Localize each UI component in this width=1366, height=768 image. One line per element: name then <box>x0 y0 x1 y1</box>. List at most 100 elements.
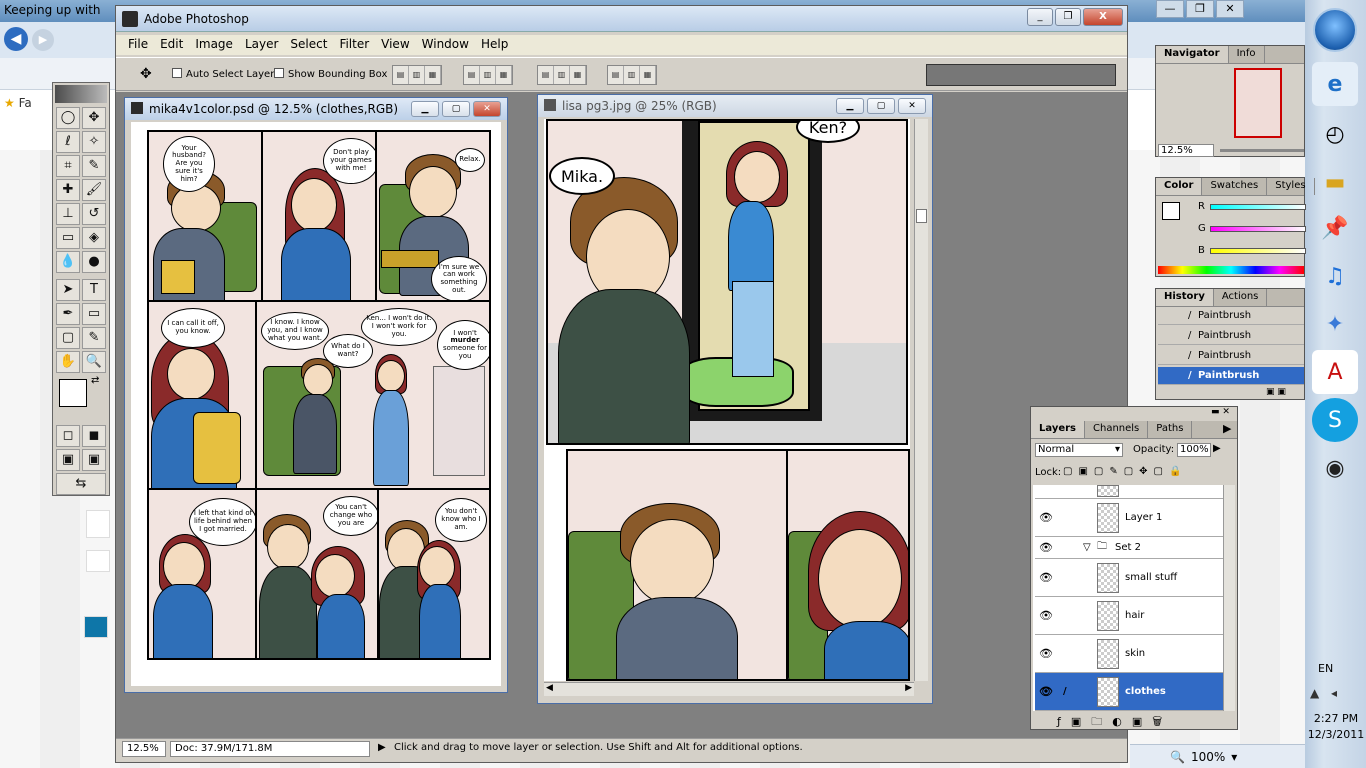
eye-icon[interactable]: 👁 <box>1039 609 1053 622</box>
quick-mask-icon[interactable]: ◼ <box>82 425 106 447</box>
skype-icon[interactable]: S <box>1312 398 1358 442</box>
star-app-icon[interactable]: ✦ <box>1312 302 1358 346</box>
eye-icon[interactable]: 👁 <box>1039 571 1053 584</box>
hand-tool-icon[interactable]: ✋ <box>56 351 80 373</box>
tab-channels[interactable]: Channels <box>1085 421 1149 438</box>
color-ramp[interactable] <box>1158 266 1304 274</box>
menu-select[interactable]: Select <box>284 35 333 55</box>
type-tool-icon[interactable]: T <box>82 279 106 301</box>
layer-row[interactable]: 👁 hair <box>1035 597 1223 635</box>
opacity-field[interactable]: 100% <box>1177 443 1211 457</box>
layer-row[interactable]: 👁 Layer 1 <box>1035 499 1223 537</box>
acrobat-icon[interactable]: A <box>1312 350 1358 394</box>
menu-file[interactable]: File <box>122 35 154 55</box>
maximize-button[interactable]: ❐ <box>1186 0 1214 18</box>
scroll-right-icon[interactable]: ▶ <box>905 683 912 693</box>
menu-view[interactable]: View <box>375 35 415 55</box>
tab-paths[interactable]: Paths <box>1148 421 1193 438</box>
clock-date[interactable]: 12/3/2011 <box>1307 728 1365 741</box>
foreground-color-swatch[interactable] <box>59 379 87 407</box>
minimize-button[interactable]: ▁ <box>411 101 439 117</box>
minimize-button[interactable]: — <box>1156 0 1184 18</box>
paint-bucket-icon[interactable]: ◈ <box>82 227 106 249</box>
ie-zoom-value[interactable]: 100% <box>1191 750 1225 764</box>
tab-actions[interactable]: Actions <box>1214 289 1268 306</box>
eyedropper-icon[interactable]: ✎ <box>82 327 106 349</box>
palette-well[interactable] <box>926 64 1116 86</box>
zoom-tool-icon[interactable]: 🔍 <box>82 351 106 373</box>
brush-tool-icon[interactable]: 🖌 <box>82 179 106 201</box>
blend-mode-select[interactable]: Normal ▾ <box>1035 443 1123 457</box>
layer-row[interactable]: 👁 skin <box>1035 635 1223 673</box>
pen-tool-icon[interactable]: ✒ <box>56 303 80 325</box>
tab-styles[interactable]: Styles <box>1267 178 1315 195</box>
maximize-button[interactable]: ▢ <box>867 98 895 114</box>
minimize-button[interactable]: _ <box>1027 8 1053 26</box>
scroll-left-icon[interactable]: ◀ <box>546 683 553 693</box>
marquee-tool-icon[interactable]: ◯ <box>56 107 80 129</box>
channel-g-slider[interactable] <box>1210 226 1306 232</box>
palette-menu-icon[interactable]: ▶ <box>1223 422 1231 435</box>
palette-close-controls[interactable]: ▬ ✕ <box>1211 407 1230 417</box>
photoshop-titlebar[interactable]: Adobe Photoshop _ ❐ X <box>116 6 1127 32</box>
close-button[interactable]: ✕ <box>473 101 501 117</box>
eraser-tool-icon[interactable]: ▭ <box>56 227 80 249</box>
navigator-zoom-slider[interactable] <box>1220 149 1304 152</box>
close-button[interactable]: ✕ <box>1216 0 1244 18</box>
navigator-thumbnail[interactable] <box>1234 68 1282 138</box>
internet-explorer-icon[interactable]: e <box>1312 62 1358 106</box>
lock-icons[interactable]: ▢▣▢✎▢✥▢🔒 <box>1063 466 1187 477</box>
folder-icon[interactable]: ▬ <box>1312 160 1358 204</box>
auto-select-layer-checkbox[interactable]: Auto Select Layer <box>172 68 274 80</box>
tab-layers[interactable]: Layers <box>1031 421 1085 438</box>
jump-to-imageready-icon[interactable]: ⇆ <box>56 473 106 495</box>
distribute-buttons-group-2[interactable]: ▤ ▥ ▦ <box>607 65 657 85</box>
swap-colors-icon[interactable]: ⇄ <box>91 375 99 386</box>
language-indicator[interactable]: EN <box>1318 662 1333 675</box>
scroll-thumb[interactable] <box>916 209 927 223</box>
channel-b-slider[interactable] <box>1210 248 1306 254</box>
twitter-icon[interactable] <box>86 550 110 572</box>
menu-filter[interactable]: Filter <box>333 35 375 55</box>
menu-help[interactable]: Help <box>475 35 514 55</box>
navigator-zoom-field[interactable]: 12.5% <box>1158 144 1214 157</box>
minimize-button[interactable]: ▁ <box>836 98 864 114</box>
menu-image[interactable]: Image <box>189 35 239 55</box>
menu-edit[interactable]: Edit <box>154 35 189 55</box>
linkedin-icon[interactable] <box>84 616 108 638</box>
layer-buttons[interactable]: ƒ▣🗀◐▣🗑 <box>1057 713 1172 732</box>
status-menu-arrow-icon[interactable]: ▶ <box>378 742 386 753</box>
close-button[interactable]: ✕ <box>898 98 926 114</box>
layers-scrollbar[interactable] <box>1223 485 1235 711</box>
screen-mode-1-icon[interactable]: ▣ <box>56 449 80 471</box>
show-bounding-box-checkbox[interactable]: Show Bounding Box <box>274 68 387 80</box>
system-tray-icons[interactable]: ▲ ◂ <box>1310 686 1341 700</box>
page-widget[interactable] <box>86 510 110 538</box>
blur-tool-icon[interactable]: 💧 <box>56 251 80 273</box>
clone-stamp-icon[interactable]: ⊥ <box>56 203 80 225</box>
tab-info[interactable]: Info <box>1229 46 1265 63</box>
history-item-selected[interactable]: / Paintbrush <box>1158 367 1304 385</box>
crop-tool-icon[interactable]: ⌗ <box>56 155 80 177</box>
healing-brush-icon[interactable]: ✚ <box>56 179 80 201</box>
vertical-scrollbar[interactable] <box>914 119 928 681</box>
expand-triangle-icon[interactable]: ▽ <box>1083 542 1091 553</box>
history-brush-icon[interactable]: ↺ <box>82 203 106 225</box>
history-buttons[interactable]: ▣ ▣ <box>1266 387 1286 397</box>
back-arrow-icon[interactable]: ◀ <box>4 27 28 51</box>
move-tool-icon[interactable]: ✥ <box>82 107 106 129</box>
maximize-button[interactable]: ▢ <box>442 101 470 117</box>
horizontal-scrollbar[interactable]: ◀ ▶ <box>544 682 914 696</box>
eye-icon[interactable]: 👁 <box>1039 511 1053 524</box>
screen-mode-2-icon[interactable]: ▣ <box>82 449 106 471</box>
forward-arrow-icon[interactable]: ▶ <box>32 29 54 51</box>
toolbox-header[interactable] <box>55 85 107 103</box>
zoom-field[interactable]: 12.5% <box>122 741 166 757</box>
zoom-icon[interactable]: 🔍 <box>1170 750 1185 764</box>
eye-icon[interactable]: 👁 <box>1039 647 1053 660</box>
history-item[interactable]: / Paintbrush <box>1158 347 1304 365</box>
eye-icon[interactable]: 👁 <box>1039 541 1053 554</box>
layer-row[interactable]: 👁 small stuff <box>1035 559 1223 597</box>
start-button[interactable] <box>1313 8 1357 52</box>
layer-set-row[interactable]: 👁 ▽ 🗀 Set 2 <box>1035 537 1223 559</box>
